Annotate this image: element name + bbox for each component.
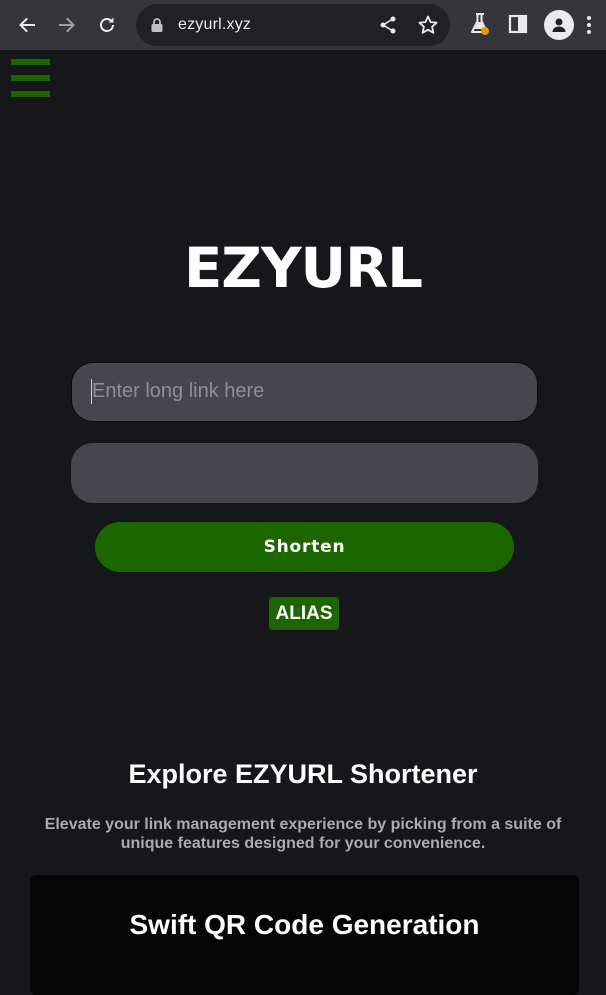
explore-title: Explore EZYURL Shortener [128,759,478,789]
feature-card: Swift QR Code Generation [30,875,579,995]
long-link-placeholder: Enter long link here [92,380,265,402]
address-bar[interactable]: ezyurl.xyz [136,4,450,46]
long-link-input[interactable]: Enter long link here [71,362,538,422]
browser-toolbar: ezyurl.xyz [0,0,606,50]
star-icon[interactable] [417,14,439,36]
url-text[interactable]: ezyurl.xyz [178,16,251,34]
forward-icon [59,17,75,33]
back-button[interactable] [11,9,43,41]
feature-card-title: Swift QR Code Generation [129,909,480,940]
more-menu-icon[interactable] [586,15,592,35]
shorten-button[interactable]: Shorten [95,522,514,572]
lock-icon[interactable] [150,17,164,33]
alias-input[interactable] [71,443,538,503]
site-logo: EZYURL [183,236,423,300]
profile-icon [552,18,566,32]
profile-button[interactable] [544,10,574,40]
side-panel-icon[interactable] [508,14,528,34]
reload-icon [100,17,114,32]
hamburger-menu-icon[interactable] [11,59,51,99]
reload-button[interactable] [91,9,123,41]
back-icon [19,17,35,33]
share-icon[interactable] [378,15,398,35]
explore-subtitle: Elevate your link management experience … [44,816,562,852]
alias-button[interactable]: ALIAS [269,597,339,630]
page-content: EZYURL Enter long link here Shorten ALIA… [0,50,606,995]
forward-button[interactable] [51,9,83,41]
labs-icon[interactable] [469,12,491,36]
